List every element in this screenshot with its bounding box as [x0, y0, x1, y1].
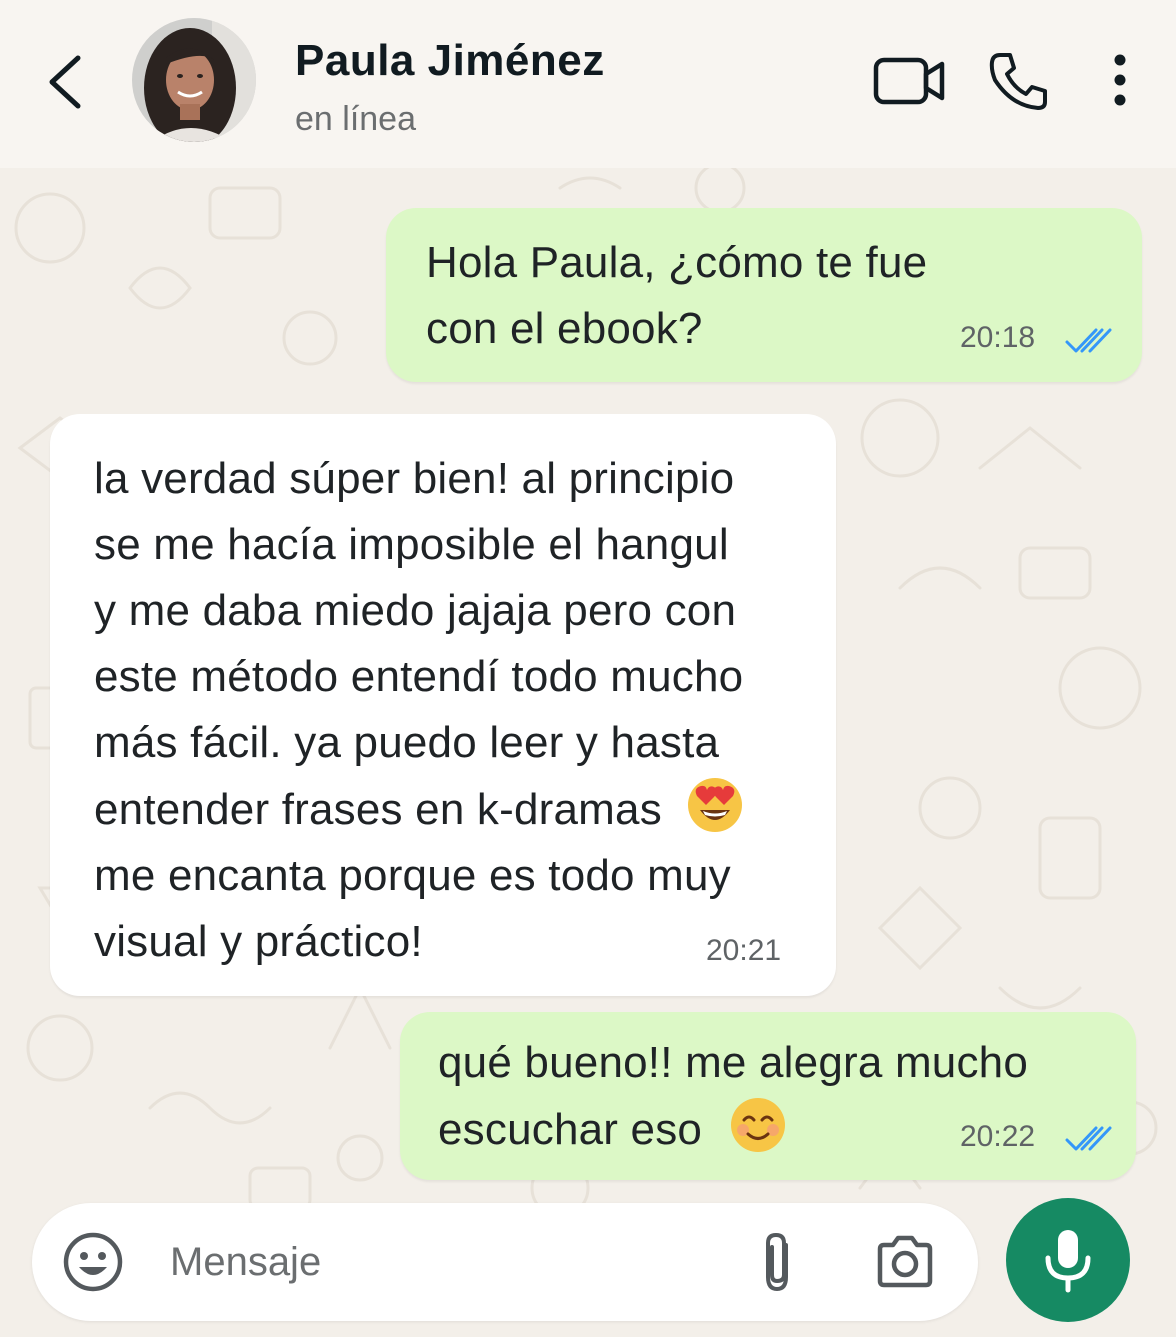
chat-header: Paula Jiménez en línea — [0, 0, 1176, 168]
video-call-icon[interactable] — [872, 54, 946, 108]
conversation[interactable]: Hola Paula, ¿cómo te fue con el ebook? 2… — [0, 168, 1176, 1337]
voice-call-icon[interactable] — [986, 50, 1050, 112]
message-line: se me hacía imposible el hangul — [94, 520, 729, 569]
contact-name[interactable]: Paula Jiménez — [295, 36, 605, 86]
voice-message-button[interactable] — [1006, 1198, 1130, 1322]
message-line-text: escuchar eso — [438, 1105, 703, 1154]
message-line: y me daba miedo jajaja pero con — [94, 586, 737, 635]
message-bubble-outgoing[interactable]: Hola Paula, ¿cómo te fue con el ebook? 2… — [386, 208, 1142, 382]
message-line: Hola Paula, ¿cómo te fue — [426, 238, 928, 287]
message-text: Hola Paula, ¿cómo te fue con el ebook? — [426, 230, 927, 362]
message-line: la verdad súper bien! al principio — [94, 454, 735, 503]
message-line: con el ebook? — [426, 304, 703, 353]
message-line: este método entendí todo mucho — [94, 652, 744, 701]
message-time: 20:21 — [706, 934, 782, 967]
message-bubble-outgoing[interactable]: qué bueno!! me alegra mucho escuchar eso… — [400, 1012, 1136, 1180]
message-line: entender frases en k-dramas — [94, 776, 744, 843]
emoji-picker-icon[interactable] — [62, 1231, 124, 1293]
message-bubble-incoming[interactable]: la verdad súper bien! al principio se me… — [50, 414, 836, 996]
attach-icon[interactable] — [756, 1229, 800, 1295]
read-ticks-icon — [1065, 328, 1112, 353]
message-line: más fácil. ya puedo leer y hasta — [94, 718, 720, 767]
message-line: me encanta porque es todo muy — [94, 851, 731, 900]
message-line: qué bueno!! me alegra mucho — [438, 1038, 1029, 1087]
heart-eyes-emoji-icon — [688, 778, 743, 832]
more-options-icon[interactable] — [1106, 52, 1134, 112]
message-text: qué bueno!! me alegra mucho escuchar eso — [438, 1030, 1028, 1163]
read-ticks-icon — [1065, 1126, 1112, 1151]
contact-status: en línea — [295, 100, 416, 138]
message-line: escuchar eso — [438, 1096, 1028, 1163]
message-line-text: entender frases en k-dramas — [94, 785, 662, 834]
camera-icon[interactable] — [874, 1233, 936, 1289]
message-time: 20:18 — [960, 321, 1036, 354]
smiling-emoji-icon — [730, 1098, 785, 1152]
message-line: visual y práctico! — [94, 917, 423, 966]
back-icon[interactable] — [40, 48, 92, 116]
microphone-icon — [1045, 1230, 1091, 1293]
contact-avatar[interactable] — [132, 18, 256, 142]
message-text: la verdad súper bien! al principio se me… — [94, 446, 744, 975]
message-input[interactable] — [170, 1229, 730, 1295]
message-time: 20:22 — [960, 1120, 1036, 1153]
message-composer — [32, 1203, 978, 1321]
